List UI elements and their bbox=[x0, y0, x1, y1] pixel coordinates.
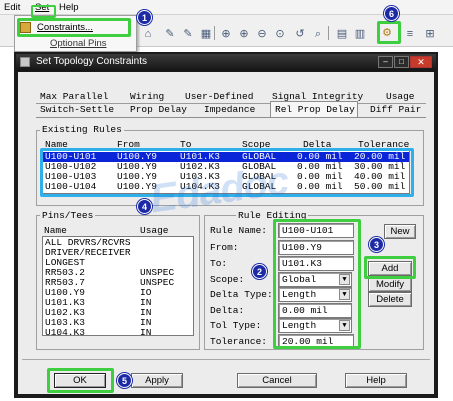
ok-button[interactable]: OK bbox=[54, 373, 106, 388]
chevron-down-icon: ▼ bbox=[339, 274, 350, 285]
scope-value: Global bbox=[282, 274, 317, 285]
constraints-menu-icon bbox=[20, 22, 31, 33]
tab-switch-settle[interactable]: Switch-Settle bbox=[40, 104, 114, 116]
tab-user-defined[interactable]: User-Defined bbox=[185, 91, 253, 103]
chevron-down-icon: ▼ bbox=[339, 320, 350, 331]
help-button[interactable]: Help bbox=[345, 373, 407, 388]
menu-item-optional-pins[interactable]: Optional Pins bbox=[50, 38, 107, 49]
to-label: To: bbox=[210, 258, 228, 269]
tab-diff-pair[interactable]: Diff Pair bbox=[370, 104, 421, 116]
step-badge-2: 2 bbox=[252, 264, 267, 279]
rule-name-label: Rule Name: bbox=[210, 225, 268, 236]
toolbar-icon-2[interactable]: ✎ bbox=[164, 28, 176, 40]
zoom-icon[interactable]: ⊕ bbox=[220, 28, 232, 40]
tab-rel-prop-delay[interactable]: Rel Prop Delay bbox=[275, 104, 355, 116]
toolbar-icon-4[interactable]: ▦ bbox=[200, 28, 212, 40]
delta-input[interactable]: 0.00 mil bbox=[278, 303, 352, 318]
rule-row-name[interactable]: U100-U104 bbox=[45, 182, 96, 192]
toolbar-icon-10[interactable]: ⌕ bbox=[312, 28, 324, 40]
step-badge-1: 1 bbox=[137, 10, 152, 25]
zoom-fit-icon[interactable]: ⊙ bbox=[274, 28, 286, 40]
menu-help[interactable]: Help bbox=[59, 2, 79, 13]
menu-set[interactable]: Set bbox=[35, 2, 49, 13]
close-button[interactable]: ✕ bbox=[410, 56, 432, 68]
delete-button[interactable]: Delete bbox=[368, 292, 412, 307]
step-badge-6: 6 bbox=[384, 6, 399, 21]
toolbar-icon-12[interactable]: ▥ bbox=[354, 28, 366, 40]
toolbar-icon-1[interactable]: ⌂ bbox=[142, 28, 154, 40]
rule-row-delta: 0.00 mil bbox=[297, 181, 343, 192]
step-badge-3: 3 bbox=[369, 237, 384, 252]
zoom-in-icon[interactable]: ⊕ bbox=[238, 28, 250, 40]
tab-wiring[interactable]: Wiring bbox=[130, 91, 164, 103]
rule-row-tolerance: 50.00 mil bbox=[354, 181, 406, 192]
toolbar-icon-3[interactable]: ✎ bbox=[182, 28, 194, 40]
tol-type-label: Tol Type: bbox=[210, 320, 262, 331]
delta-type-label: Delta Type: bbox=[210, 289, 273, 300]
step-badge-4: 4 bbox=[137, 199, 152, 214]
apply-button[interactable]: Apply bbox=[131, 373, 183, 388]
dialog-app-icon bbox=[20, 57, 30, 67]
zoom-prev-icon[interactable]: ↺ bbox=[294, 28, 306, 40]
toolbar-icon-11[interactable]: ▤ bbox=[336, 28, 348, 40]
tol-type-select[interactable]: Length ▼ bbox=[278, 318, 352, 333]
tab-bottom-border bbox=[36, 117, 426, 118]
tol-type-value: Length bbox=[282, 320, 317, 331]
delta-type-select[interactable]: Length ▼ bbox=[278, 287, 352, 302]
cancel-button[interactable]: Cancel bbox=[237, 373, 317, 388]
tolerance-input[interactable]: 20.00 mil bbox=[278, 334, 354, 349]
constraints-icon[interactable]: ⚙ bbox=[381, 27, 393, 39]
tolerance-label: Tolerance: bbox=[210, 336, 268, 347]
toolbar-icon-15[interactable]: ⊞ bbox=[424, 28, 436, 40]
delta-type-value: Length bbox=[282, 289, 317, 300]
tab-max-parallel[interactable]: Max Parallel bbox=[40, 91, 108, 103]
step-badge-5: 5 bbox=[117, 373, 132, 388]
pin-row-usage: IN bbox=[140, 327, 152, 338]
new-button[interactable]: New bbox=[384, 224, 416, 239]
tab-usage[interactable]: Usage bbox=[386, 91, 415, 103]
toolbar-separator bbox=[214, 26, 215, 40]
scope-select[interactable]: Global ▼ bbox=[278, 272, 352, 287]
toolbar-icon-14[interactable]: ≡ bbox=[404, 28, 416, 40]
minimize-button[interactable]: ‒ bbox=[378, 56, 393, 68]
to-input[interactable]: U101.K3 bbox=[278, 256, 354, 271]
menu-edit[interactable]: Edit bbox=[4, 2, 20, 13]
bottom-separator bbox=[22, 359, 430, 360]
from-input[interactable]: U100.Y9 bbox=[278, 240, 354, 255]
tab-impedance[interactable]: Impedance bbox=[204, 104, 255, 116]
rule-editing-legend: Rule Editing bbox=[236, 210, 309, 222]
from-label: From: bbox=[210, 242, 239, 253]
modify-button[interactable]: Modify bbox=[368, 277, 412, 292]
zoom-out-icon[interactable]: ⊖ bbox=[256, 28, 268, 40]
maximize-button[interactable]: □ bbox=[394, 56, 409, 68]
pin-row-name[interactable]: U104.K3 bbox=[45, 328, 85, 338]
existing-rules-legend: Existing Rules bbox=[40, 124, 124, 136]
menu-item-constraints[interactable]: Constraints... bbox=[37, 22, 93, 33]
toolbar-separator-2 bbox=[328, 26, 329, 40]
scope-label: Scope: bbox=[210, 274, 245, 285]
rule-name-input[interactable]: U100-U101 bbox=[278, 223, 354, 238]
delta-label: Delta: bbox=[210, 305, 245, 316]
dialog-title: Set Topology Constraints bbox=[36, 56, 147, 67]
pins-tees-legend: Pins/Tees bbox=[40, 210, 96, 222]
chevron-down-icon: ▼ bbox=[339, 289, 350, 300]
add-button[interactable]: Add bbox=[368, 261, 412, 276]
tab-prop-delay[interactable]: Prop Delay bbox=[130, 104, 187, 116]
